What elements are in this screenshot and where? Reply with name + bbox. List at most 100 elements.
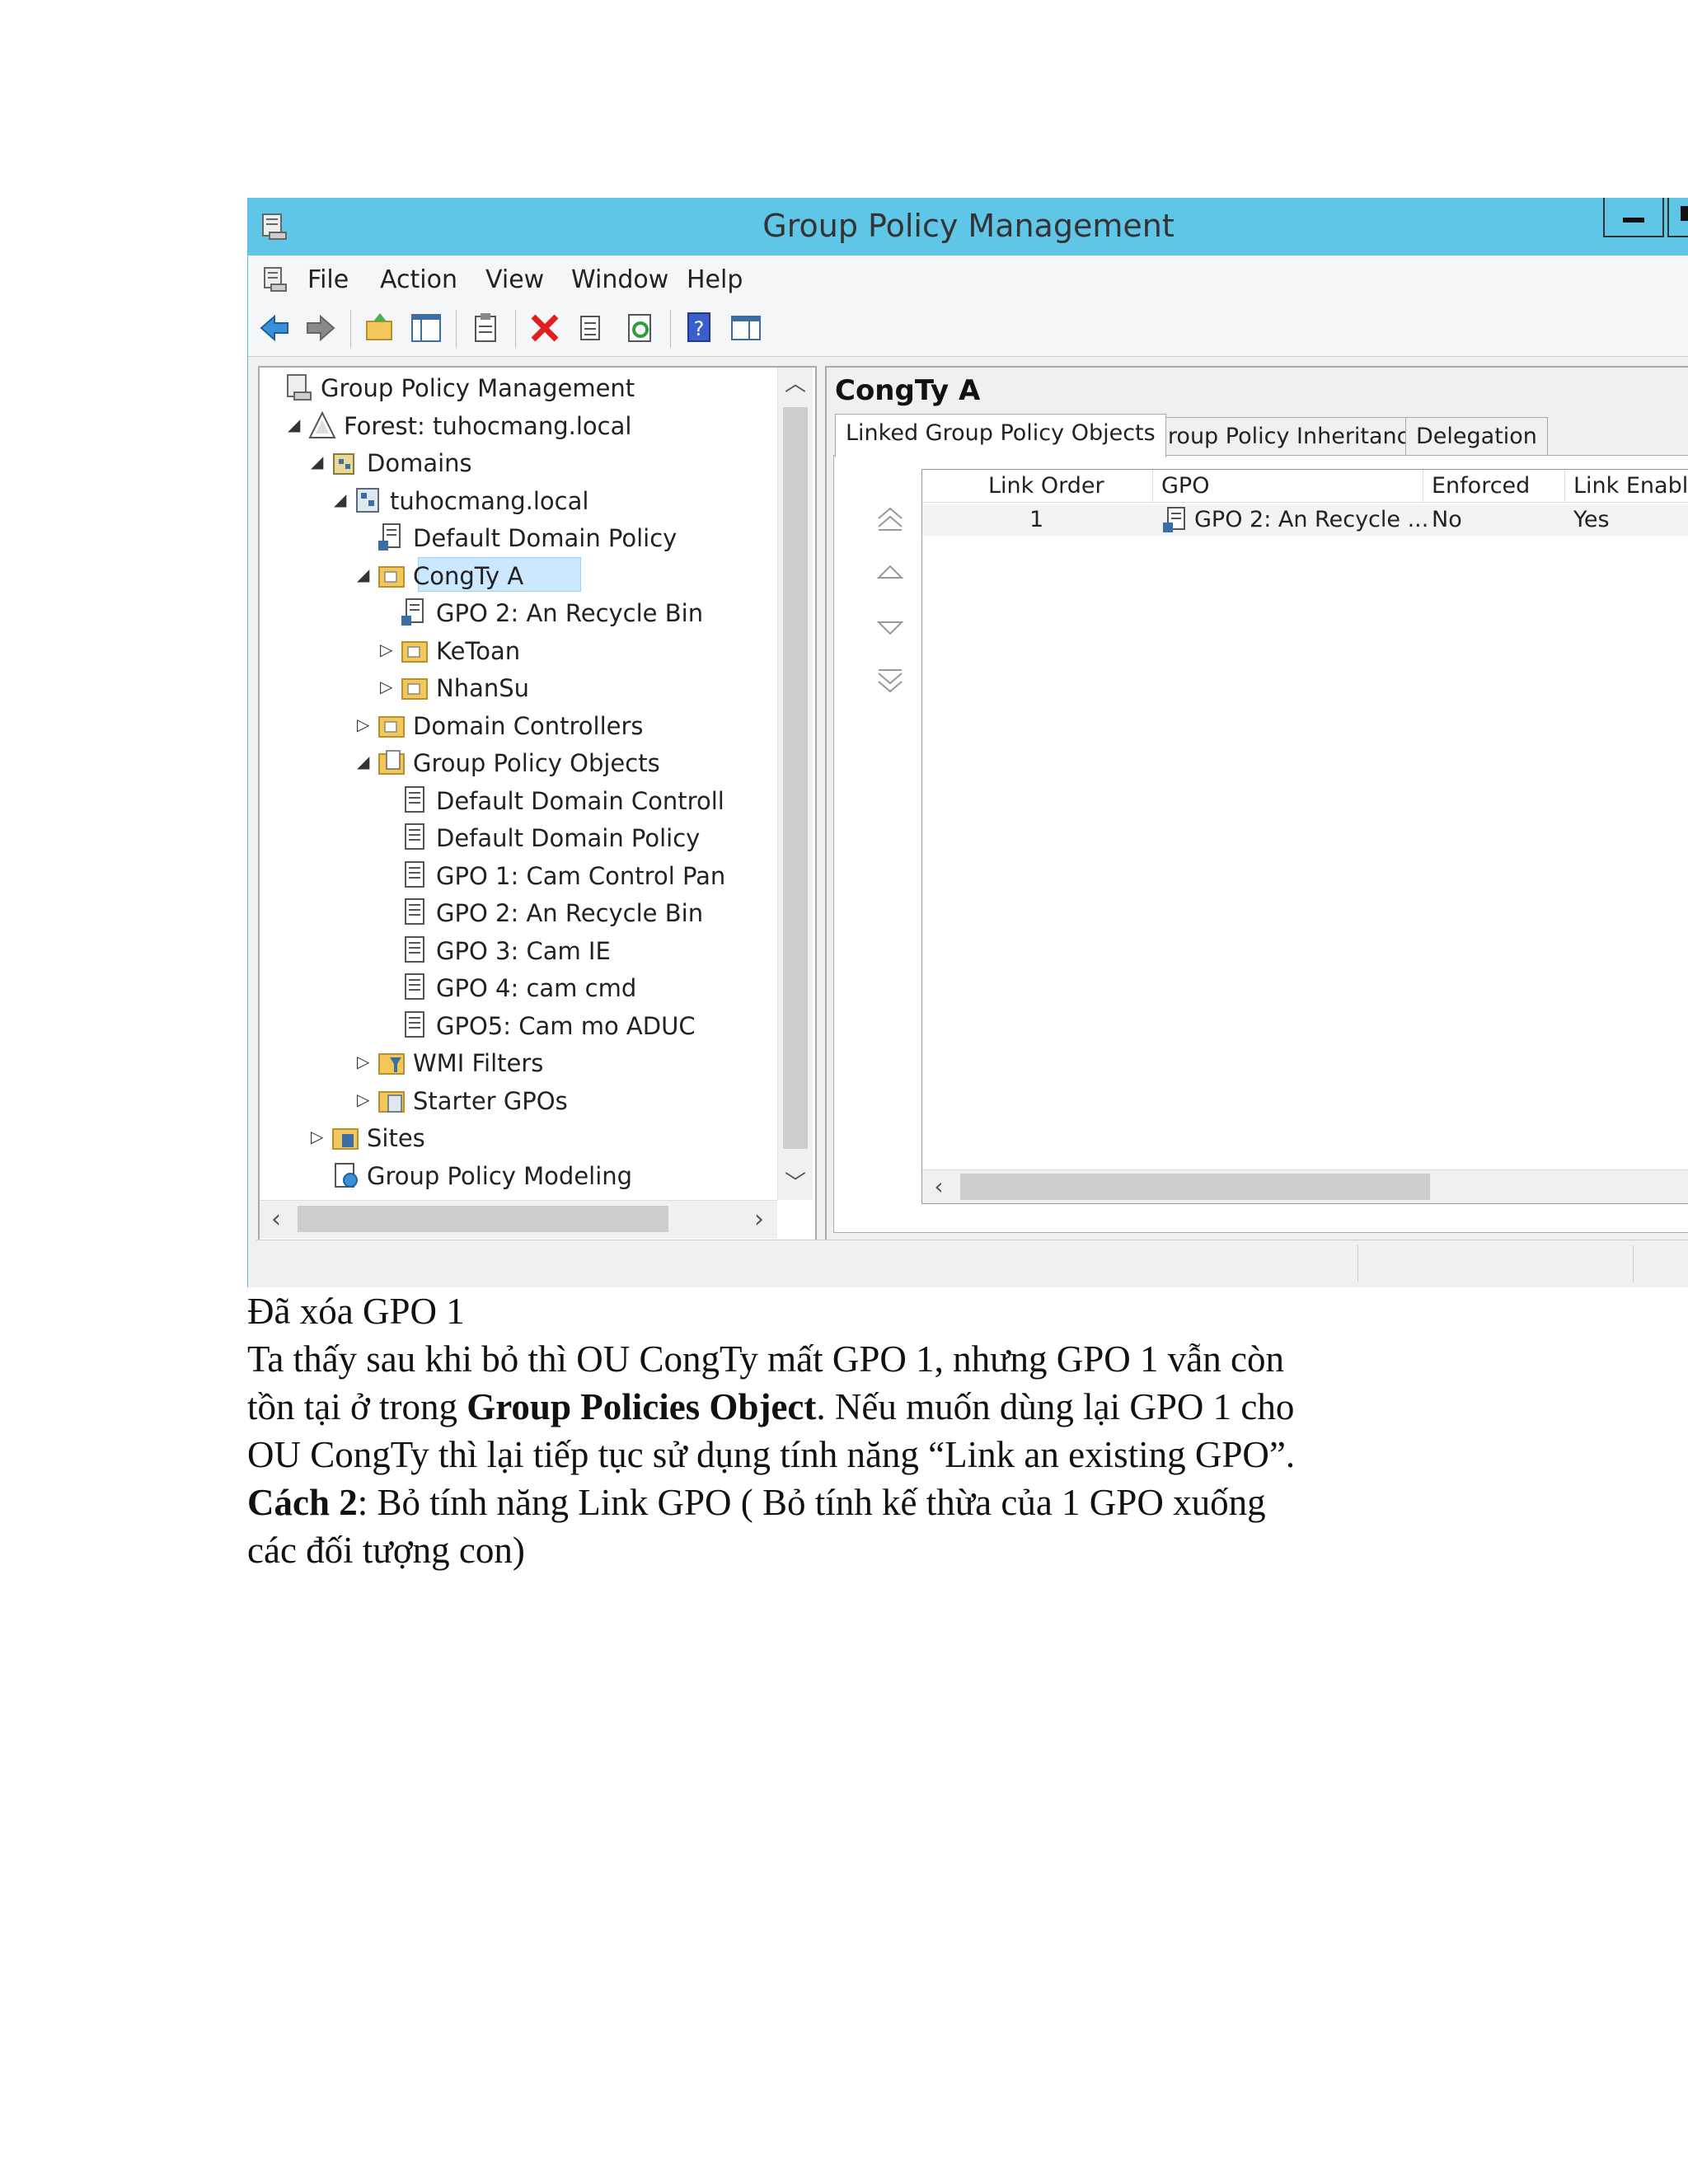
collapse-arrow-icon[interactable]: ◢ (311, 453, 326, 470)
delete-icon[interactable] (528, 312, 561, 344)
tree-node-label: NhanSu (436, 674, 530, 702)
menu-action[interactable]: Action (380, 265, 457, 294)
cell-gpo-name: GPO 2: An Recycle ... (1194, 507, 1429, 532)
sites-icon (332, 1128, 359, 1150)
expand-arrow-icon[interactable]: ▷ (357, 716, 372, 733)
collapse-arrow-icon[interactable]: ◢ (334, 491, 349, 508)
tree-node[interactable]: ◢ Forest: tuhocmang.local (260, 407, 779, 443)
tree-node[interactable]: Default Domain Controll (260, 782, 779, 818)
help-icon[interactable]: ? (683, 312, 716, 344)
tab-gp-inheritance[interactable]: Group Policy Inheritance (1140, 417, 1434, 456)
tree-node-label: Group Policy Objects (413, 749, 660, 777)
properties-icon[interactable] (469, 312, 502, 344)
doc-line-3-text: tồn tại ở trong (247, 1386, 467, 1427)
collapse-arrow-icon[interactable]: ◢ (357, 566, 372, 583)
scroll-left-icon[interactable]: ‹ (260, 1201, 293, 1239)
table-horizontal-scrollbar[interactable]: ‹ (922, 1169, 1688, 1203)
up-folder-icon[interactable] (363, 312, 396, 344)
col-enforced[interactable]: Enforced (1423, 470, 1565, 503)
col-link-enabled[interactable]: Link Enabled (1565, 470, 1688, 503)
tree-node[interactable]: ◢ Group Policy Objects (260, 744, 779, 780)
move-top-icon[interactable] (875, 504, 905, 533)
table-scroll-thumb[interactable] (960, 1174, 1430, 1200)
show-hide-tree-icon[interactable] (410, 312, 443, 344)
toolbar: ? (248, 302, 1688, 357)
tree-horizontal-scrollbar[interactable]: ‹ › (260, 1200, 777, 1239)
tree-node[interactable]: GPO 2: An Recycle Bin (260, 894, 779, 930)
tree-node-label: WMI Filters (413, 1049, 544, 1077)
tree-node[interactable]: ◢ CongTy A (260, 557, 779, 593)
tree-vertical-scrollbar[interactable]: ︿ ﹀ (777, 368, 813, 1200)
wmi-filters-icon (378, 1053, 405, 1075)
tree-node[interactable]: Group Policy Management (260, 369, 779, 405)
tab-linked-gpos[interactable]: Linked Group Policy Objects (835, 414, 1166, 457)
scroll-right-icon[interactable]: › (743, 1201, 776, 1239)
minimize-button[interactable] (1603, 198, 1664, 237)
expand-arrow-icon[interactable]: ▷ (311, 1128, 326, 1145)
collapse-arrow-icon[interactable]: ◢ (288, 416, 302, 433)
expand-arrow-icon[interactable]: ▷ (357, 1053, 372, 1070)
doc-bold-term: Group Policies Object (467, 1386, 817, 1427)
tree-node[interactable]: ▷ Domain Controllers (260, 707, 779, 743)
tree-node[interactable]: ▷ Sites (260, 1119, 779, 1155)
tree-node[interactable]: ◢ tuhocmang.local (260, 482, 779, 518)
collapse-arrow-icon[interactable]: ◢ (357, 753, 372, 770)
ou-folder-icon (401, 640, 428, 663)
tree-node-label: GPO 4: cam cmd (436, 974, 637, 1002)
move-bottom-icon[interactable] (875, 667, 905, 696)
tree-node[interactable]: ▷ NhanSu (260, 669, 779, 705)
starter-gpos-icon (378, 1090, 405, 1113)
tree-node[interactable]: Default Domain Policy (260, 519, 779, 555)
tree-node[interactable]: GPO 4: cam cmd (260, 969, 779, 1005)
col-gpo[interactable]: GPO (1153, 470, 1423, 503)
menu-window[interactable]: Window (571, 265, 668, 294)
tree-scroll-thumb[interactable] (783, 407, 808, 1149)
scroll-down-icon[interactable]: ﹀ (778, 1167, 813, 1200)
cell-enforced: No (1432, 507, 1462, 532)
menu-file[interactable]: File (307, 265, 349, 294)
tree-node[interactable]: GPO 3: Cam IE (260, 932, 779, 968)
ou-folder-icon (401, 678, 428, 700)
scroll-up-icon[interactable]: ︿ (778, 368, 813, 401)
tree-node-label: KeToan (436, 636, 521, 665)
scroll-left-icon[interactable]: ‹ (922, 1170, 955, 1203)
doc-line-6: các đối tượng con) (247, 1530, 525, 1571)
forward-arrow-icon[interactable] (304, 312, 337, 344)
tree-node-label: Starter GPOs (413, 1086, 568, 1115)
copy-icon[interactable] (576, 312, 609, 344)
tab-delegation[interactable]: Delegation (1405, 417, 1548, 456)
expand-arrow-icon[interactable]: ▷ (380, 641, 395, 658)
tree-node-label: Group Policy Management (321, 374, 635, 402)
action-pane-icon[interactable] (729, 312, 762, 344)
tree-node-label: Group Policy Modeling (367, 1161, 633, 1190)
doc-line-3: tồn tại ở trong Group Policies Object. N… (247, 1383, 1294, 1431)
gpo-container-icon (378, 750, 405, 775)
move-down-icon[interactable] (875, 612, 905, 642)
tree-node[interactable]: Group Policy Modeling (260, 1157, 779, 1193)
modeling-icon (335, 1162, 358, 1188)
back-arrow-icon[interactable] (258, 312, 291, 344)
refresh-icon[interactable] (624, 312, 657, 344)
col-link-order[interactable]: Link Order (922, 470, 1153, 503)
ou-folder-icon (378, 715, 405, 738)
menu-help[interactable]: Help (687, 265, 743, 294)
linked-gpo-table: Link Order GPO Enforced Link Enabled 1 G… (921, 469, 1688, 1204)
expand-arrow-icon[interactable]: ▷ (380, 678, 395, 695)
console-menu-icon[interactable] (261, 265, 289, 293)
tree-node-label: CongTy A (413, 561, 524, 590)
tree-node[interactable]: GPO 2: An Recycle Bin (260, 594, 779, 630)
menu-view[interactable]: View (485, 265, 544, 294)
tree-node[interactable]: Default Domain Policy (260, 819, 779, 855)
move-up-icon[interactable] (875, 558, 905, 588)
expand-arrow-icon[interactable]: ▷ (357, 1091, 372, 1108)
tree-node[interactable]: ▷ KeToan (260, 632, 779, 668)
maximize-button[interactable] (1667, 198, 1688, 237)
tree-hscroll-thumb[interactable] (298, 1206, 668, 1232)
tree-node[interactable]: GPO 1: Cam Control Pan (260, 857, 779, 893)
tree-node[interactable]: ▷ WMI Filters (260, 1044, 779, 1080)
gpo-link-icon (1163, 507, 1185, 532)
domains-icon (333, 453, 354, 475)
tree-node[interactable]: GPO5: Cam mo ADUC (260, 1007, 779, 1043)
tree-node[interactable]: ◢ Domains (260, 444, 779, 480)
tree-node[interactable]: ▷ Starter GPOs (260, 1082, 779, 1118)
